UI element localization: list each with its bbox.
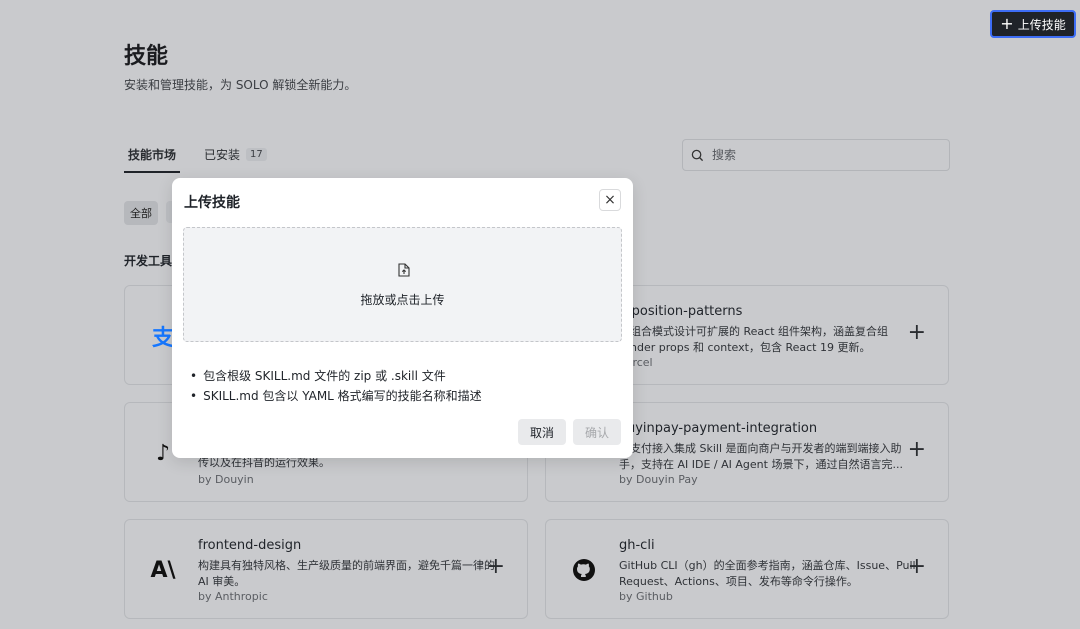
tab-marketplace-label: 技能市场 [128, 148, 177, 162]
add-skill-button[interactable]: + [908, 322, 926, 344]
skill-name: gh-cli [619, 538, 655, 553]
skill-name: frontend-design [198, 538, 302, 553]
close-icon[interactable]: × [599, 189, 621, 211]
skill-description: 构建具有独特风格、生产级质量的前端界面，避免千篇一律的 AI 审美。 [198, 559, 495, 588]
search-icon [691, 149, 704, 161]
add-skill-button[interactable]: + [908, 439, 926, 461]
skill-author: by Github [619, 590, 673, 603]
plus-icon: + [1000, 14, 1014, 33]
skill-description: GitHub CLI（gh）的全面参考指南，涵盖仓库、Issue、Pull Re… [619, 559, 916, 588]
upload-skill-button[interactable]: + 上传技能 [990, 10, 1076, 38]
upload-skill-label: 上传技能 [1017, 17, 1066, 32]
skills-page: + 上传技能 技能 安装和管理技能，为 SOLO 解锁全新能力。 技能市场 已安… [0, 0, 1080, 629]
add-skill-button[interactable]: + [908, 556, 926, 578]
skill-author: by Douyin [198, 473, 254, 486]
github-logo-icon [568, 554, 600, 586]
dialog-title: 上传技能 [184, 195, 240, 211]
tab-installed[interactable]: 已安装 17 [200, 140, 271, 173]
anthropic-logo-icon: A\ [150, 557, 176, 583]
search-box[interactable] [682, 139, 950, 171]
add-skill-button[interactable]: + [487, 556, 505, 578]
skill-description: 用组合模式设计可扩展的 React 组件架构，涵盖复合组 render prop… [619, 325, 911, 354]
confirm-button[interactable]: 确认 [573, 419, 621, 445]
cancel-button[interactable]: 取消 [518, 419, 566, 445]
requirement-item: SKILL.md 包含以 YAML 格式编写的技能名称和描述 [190, 386, 482, 406]
page-title: 技能 [124, 44, 169, 69]
skill-description: 音支付接入集成 Skill 是面向商户与开发者的端到端接入助手，支持在 AI I… [619, 442, 903, 471]
tab-bar: 技能市场 已安装 17 [124, 140, 271, 173]
upload-dropzone[interactable]: 拖放或点击上传 [183, 227, 622, 342]
dropzone-text: 拖放或点击上传 [360, 293, 445, 307]
skill-name: mposition-patterns [619, 304, 743, 319]
installed-count-badge: 17 [246, 148, 267, 161]
file-upload-icon [398, 263, 410, 277]
section-title-dev-tools: 开发工具 [124, 254, 173, 268]
tab-installed-label: 已安装 [204, 148, 241, 162]
tab-marketplace[interactable]: 技能市场 [124, 140, 181, 173]
upload-requirements: 包含根级 SKILL.md 文件的 zip 或 .skill 文件 SKILL.… [190, 366, 482, 406]
skill-author: by Anthropic [198, 590, 268, 603]
search-input[interactable] [710, 147, 934, 163]
skill-author: by Douyin Pay [619, 473, 698, 486]
requirement-item: 包含根级 SKILL.md 文件的 zip 或 .skill 文件 [190, 366, 482, 386]
filter-all-chip[interactable]: 全部 [124, 201, 158, 225]
skill-card[interactable]: A\ frontend-design 构建具有独特风格、生产级质量的前端界面，避… [124, 519, 528, 619]
skill-name: ouyinpay-payment-integration [619, 421, 818, 436]
skill-card[interactable]: gh-cli GitHub CLI（gh）的全面参考指南，涵盖仓库、Issue、… [545, 519, 949, 619]
page-subtitle: 安装和管理技能，为 SOLO 解锁全新能力。 [124, 78, 357, 92]
upload-skill-dialog: 上传技能 × 拖放或点击上传 包含根级 SKILL.md 文件的 zip 或 .… [172, 178, 633, 458]
